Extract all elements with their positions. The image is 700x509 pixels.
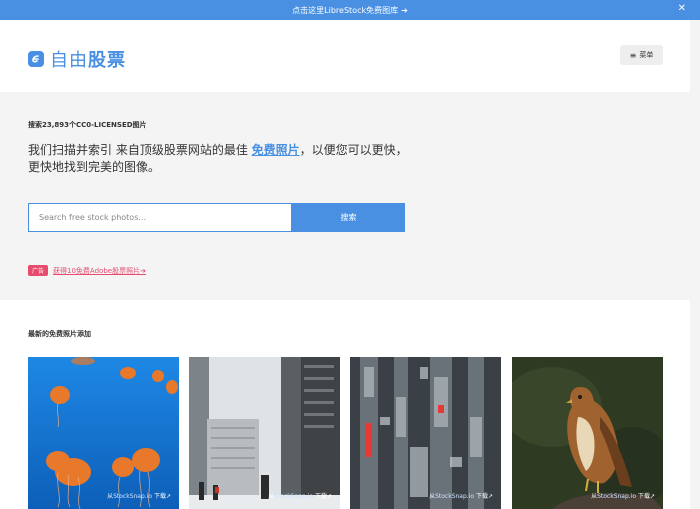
logo-text-part-a: 自由 xyxy=(50,50,88,71)
hero-description: 我们扫描并索引 来自顶级股票网站的最佳 免费照片，以便您可以更快，更快地找到完美… xyxy=(28,142,408,176)
download-link[interactable]: 下载↗ xyxy=(315,493,332,500)
jellyfish-image xyxy=(28,357,179,509)
top-banner[interactable]: 点击这里LibreStock免费图库 ➔ ✕ xyxy=(0,0,700,20)
download-link[interactable]: 下载↗ xyxy=(154,493,171,500)
source-link[interactable]: StockSnap.io xyxy=(435,493,474,500)
search-input[interactable] xyxy=(28,203,292,232)
site-header: 自由 股票 ≡ 菜单 xyxy=(0,20,700,92)
photo-caption: 从StockSnap.io 下载↗ xyxy=(591,493,655,500)
menu-label: 菜单 xyxy=(639,51,654,59)
close-icon[interactable]: ✕ xyxy=(678,3,686,14)
banner-text[interactable]: 点击这里LibreStock免费图库 xyxy=(292,5,398,16)
aerial-city-image xyxy=(350,357,501,509)
hamburger-icon: ≡ xyxy=(629,50,637,60)
photo-caption: 从StockSnap.io 下载↗ xyxy=(268,493,332,500)
photo-caption: 从StockSnap.io 下载↗ xyxy=(107,493,171,500)
menu-button[interactable]: ≡ 菜单 xyxy=(620,45,663,65)
photo-card-jellyfish[interactable]: 从StockSnap.io 下载↗ xyxy=(28,357,179,509)
scrollbar-track[interactable] xyxy=(690,20,700,509)
source-link[interactable]: StockSnap.io xyxy=(274,493,313,500)
site-logo[interactable]: 自由 股票 xyxy=(28,46,126,72)
photo-count-heading: 搜索23,893个CC0-LICENSED图片 xyxy=(28,121,147,129)
search-button[interactable]: 搜索 xyxy=(292,203,405,232)
hero-section: 搜索23,893个CC0-LICENSED图片 我们扫描并索引 来自顶级股票网站… xyxy=(0,92,690,300)
desc-before: 我们扫描并索引 来自顶级股票网站的最佳 xyxy=(28,143,252,157)
ad-badge: 广告 xyxy=(28,265,49,276)
free-photos-link[interactable]: 免费照片 xyxy=(252,143,300,157)
photo-caption: 从StockSnap.io 下载↗ xyxy=(429,493,493,500)
source-link[interactable]: StockSnap.io xyxy=(597,493,636,500)
promo-row: 广告 获得10免费Adobe股票照片➔ xyxy=(28,265,146,276)
hawk-image xyxy=(512,357,663,509)
download-link[interactable]: 下载↗ xyxy=(476,493,493,500)
logo-text-part-b: 股票 xyxy=(88,50,126,71)
photo-card-city-street[interactable]: 从StockSnap.io 下载↗ xyxy=(189,357,340,509)
latest-photos-heading: 最新的免费照片添加 xyxy=(28,330,91,338)
arrow-right-icon: ➔ xyxy=(401,5,408,15)
photo-card-hawk[interactable]: 从StockSnap.io 下载↗ xyxy=(512,357,663,509)
city-street-image xyxy=(189,357,340,509)
adobe-promo-link[interactable]: 获得10免费Adobe股票照片➔ xyxy=(53,266,146,276)
logo-mark-icon xyxy=(28,51,44,67)
search-form: 搜索 xyxy=(28,203,405,232)
source-link[interactable]: StockSnap.io xyxy=(113,493,152,500)
photo-card-aerial-city[interactable]: 从StockSnap.io 下载↗ xyxy=(350,357,501,509)
download-link[interactable]: 下载↗ xyxy=(638,493,655,500)
